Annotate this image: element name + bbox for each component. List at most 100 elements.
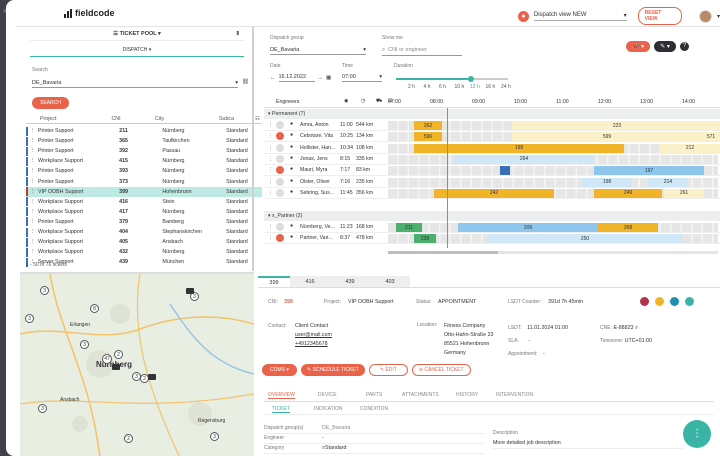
map-cluster[interactable]: 3 — [40, 286, 49, 295]
appointment-bar[interactable] — [500, 166, 510, 176]
map-cluster[interactable]: 2 — [124, 434, 133, 443]
table-row[interactable]: ⋮ VIP OOBH Support 399 Hohenbrunn Standard — [26, 186, 262, 197]
drag-handle-icon[interactable]: ⋮ — [268, 145, 273, 151]
table-row[interactable]: ⋮ Workplace Support 415 Nürnberg Standard — [26, 156, 262, 166]
appointment-bar[interactable]: 250 — [488, 234, 682, 244]
table-row[interactable]: ⋮ Printer Support 379 Bamberg Standard — [26, 217, 262, 227]
drag-handle-icon[interactable]: ⋮ — [268, 179, 273, 185]
duration-tick[interactable]: 12 h — [470, 84, 480, 90]
subtab[interactable]: INTERVENTION — [496, 392, 533, 398]
col-city[interactable]: City — [141, 116, 205, 122]
duration-tick[interactable]: 10 h — [455, 84, 465, 90]
appointment-bar[interactable]: 261 — [664, 188, 704, 198]
tab-399[interactable]: 399 — [258, 276, 290, 287]
map-cluster[interactable]: 8 — [90, 304, 99, 313]
subtab[interactable]: ATTACHMENTS — [402, 392, 439, 398]
group-partner[interactable]: ▾ x_Partner (2) — [264, 211, 720, 221]
cni-value[interactable]: 399 — [284, 299, 293, 305]
contact-email[interactable]: user@mail.com — [295, 331, 332, 340]
table-row[interactable]: ⋮ Printer Support 393 Nürnberg Standard — [26, 166, 262, 176]
map-cluster[interactable]: 47 — [102, 354, 112, 364]
collapse-icon[interactable]: ⇕ — [235, 31, 240, 37]
appointment-bar[interactable]: 211 — [396, 223, 422, 232]
duration-tick[interactable]: 2 h — [408, 84, 415, 90]
map-pin-icon[interactable] — [186, 288, 194, 294]
cancel-ticket-button[interactable]: ⊘ CANCEL TICKET — [411, 364, 471, 376]
table-row[interactable]: ⋮ Workplace Support 404 Stephanskirchen Stan… — [26, 227, 262, 237]
table-row[interactable]: ⋮ Workplace Support 417 Nürnberg Standard — [26, 207, 262, 217]
map-cluster[interactable]: 3 — [25, 314, 34, 323]
appointment-bar[interactable]: 209 — [458, 223, 598, 232]
table-row[interactable]: ⋮ Workplace Support 405 Ansbach Standard — [26, 237, 262, 247]
time-select[interactable]: 07:00 ▾ — [342, 74, 382, 82]
horizontal-scrollbar[interactable] — [388, 251, 718, 254]
appointment-bar[interactable]: 242 — [434, 188, 554, 198]
appointment-bar[interactable]: 239 — [414, 234, 436, 244]
map-cluster[interactable]: 3 — [38, 404, 47, 413]
dispatch-dropdown[interactable]: DISPATCH ▾ — [30, 47, 244, 57]
subtab[interactable]: OVERVIEW — [268, 392, 295, 399]
drag-handle-icon[interactable]: ⋮ — [268, 133, 273, 139]
duration-tick[interactable]: 6 h — [439, 84, 446, 90]
contact-phone[interactable]: +4912345678 — [295, 340, 332, 349]
appointment-bar[interactable]: 214 — [648, 177, 688, 187]
drag-handle-icon[interactable]: ⋮ — [268, 156, 273, 162]
col-cni[interactable]: CNI — [91, 116, 141, 122]
duration-tick[interactable]: 24 h — [501, 84, 511, 90]
drag-handle-icon[interactable]: ⋮ — [268, 190, 273, 196]
table-row[interactable]: ⋮ Workplace Support 416 Stein Standard — [26, 197, 262, 207]
help-icon[interactable]: ? — [679, 42, 689, 51]
table-row[interactable]: ⋮ Printer Support 365 Taufkirchen Standard — [26, 136, 262, 146]
appointment-bar[interactable]: 199 — [414, 143, 624, 153]
appointment-bar[interactable]: 262 — [414, 121, 442, 130]
appointment-bar[interactable]: 596 — [414, 132, 442, 142]
magic-button[interactable]: ✎ ▾ — [654, 41, 676, 52]
megaphone-button[interactable]: 📣 ▾ — [626, 41, 651, 52]
ticket-pool-header[interactable]: ☰ TICKET POOL ▾ ⇕ — [30, 31, 244, 41]
appointment-bar[interactable]: 571 — [696, 132, 720, 142]
appointment-bar[interactable]: 249 — [594, 188, 662, 198]
col-subcategory[interactable]: Subca — [205, 116, 255, 122]
subtab[interactable]: PARTS — [366, 392, 382, 398]
date-picker[interactable]: ← 16.12.2022 → ▦ — [270, 74, 331, 82]
group-permanent[interactable]: ▾ Permanent (7) — [264, 109, 720, 119]
drag-handle-icon[interactable]: ⋮ — [268, 122, 273, 128]
tab-403[interactable]: 403 — [370, 276, 410, 287]
map-pin-icon[interactable] — [148, 374, 156, 380]
show-me-input[interactable]: ⌕ CNI or engineer — [382, 47, 462, 56]
table-row[interactable]: ⋮ Printer Support 373 Nürnberg Standard — [26, 177, 262, 187]
search-button[interactable]: SEARCH — [32, 97, 69, 109]
tab-416[interactable]: 416 — [290, 276, 330, 287]
duration-tick[interactable]: 4 h — [424, 84, 431, 90]
subtab[interactable]: INDICATION — [314, 406, 343, 412]
link-icon[interactable]: ⛓ — [242, 79, 249, 85]
map-cluster[interactable]: 2 — [114, 350, 123, 359]
appointment-bar[interactable]: 268 — [598, 223, 658, 232]
duration-tick[interactable]: 16 h — [486, 84, 496, 90]
appointment-bar[interactable]: 223 — [512, 121, 720, 130]
columns-icon[interactable]: ☷ — [255, 116, 260, 122]
map[interactable]: Erlangen Nürnberg Ansbach Regensburg 3 8… — [20, 272, 254, 456]
drag-handle-icon[interactable]: ⋮ — [268, 224, 273, 230]
table-row[interactable]: ⋮ Workplace Support 432 Nürnberg Standard — [26, 247, 262, 257]
subtab[interactable]: TICKET — [272, 406, 290, 413]
map-cluster[interactable]: 3 — [80, 340, 89, 349]
duration-slider[interactable] — [396, 76, 508, 82]
schedule-ticket-button[interactable]: ✎ SCHEDULE TICKET — [300, 364, 365, 376]
reset-view-button[interactable]: RESET VIEW — [637, 7, 683, 25]
table-row[interactable]: ⋮ Printer Support 392 Passau Standard — [26, 146, 262, 156]
appointment-bar[interactable]: 197 — [594, 166, 704, 176]
map-pin-icon[interactable] — [112, 364, 120, 370]
drag-handle-icon[interactable]: ⋮ — [268, 235, 273, 241]
map-cluster[interactable]: 3 — [210, 432, 219, 441]
subtab[interactable]: HISTORY — [456, 392, 478, 398]
table-row[interactable]: ⋮ Printer Support 211 Nürnberg Standard — [26, 126, 262, 136]
appointment-bar[interactable]: 198 — [582, 177, 632, 187]
chat-launcher-button[interactable]: ⫶ — [683, 420, 711, 448]
action-icons[interactable] — [640, 297, 694, 306]
tab-439[interactable]: 439 — [330, 276, 370, 287]
bulb-icon[interactable]: ● — [518, 10, 529, 22]
col-project[interactable]: Project — [26, 116, 91, 122]
appointment-bar[interactable]: 264 — [454, 154, 594, 164]
dispatch-view-select[interactable]: Dispatch view NEW ▾ — [533, 12, 627, 21]
